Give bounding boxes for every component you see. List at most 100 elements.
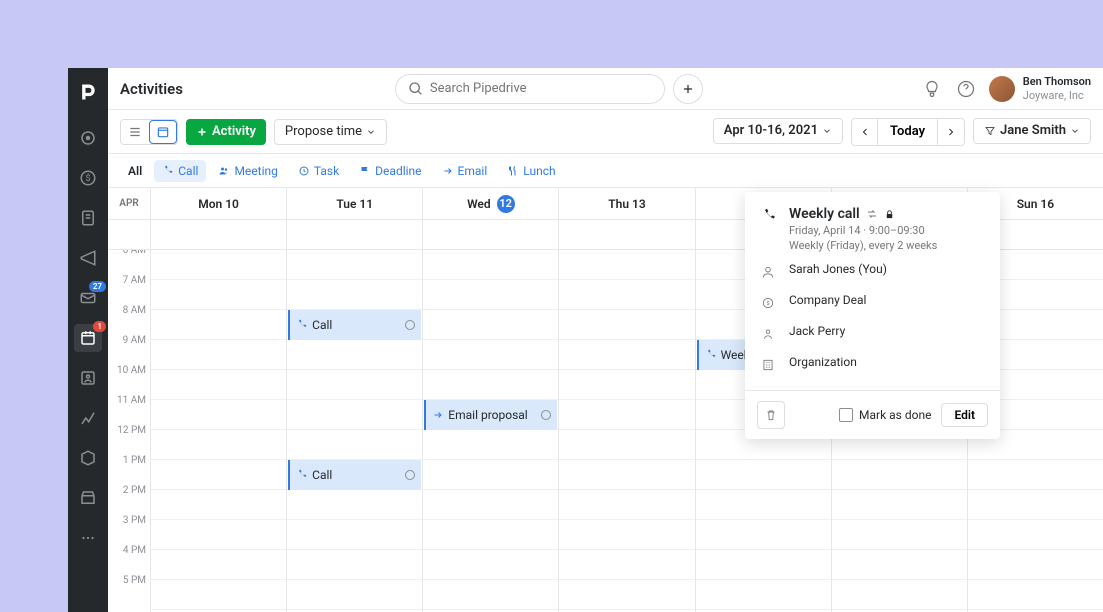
day-thu[interactable]: Thu 13 <box>558 188 694 219</box>
col-thu[interactable] <box>558 250 694 612</box>
today-button[interactable]: Today <box>878 119 938 145</box>
activity-label: Activity <box>212 124 256 139</box>
col-mon[interactable] <box>150 250 286 612</box>
edit-button[interactable]: Edit <box>941 403 988 427</box>
status-circle <box>541 410 551 420</box>
activity-type-filters: All Call Meeting Task Deadline Email Lun… <box>108 154 1103 188</box>
list-view-button[interactable] <box>121 120 149 144</box>
help-icon[interactable] <box>953 76 979 102</box>
filter-lunch[interactable]: Lunch <box>499 160 563 182</box>
repeat-icon <box>866 208 878 220</box>
filter-email[interactable]: Email <box>434 160 496 182</box>
assistant-icon[interactable] <box>919 76 945 102</box>
popover-owner[interactable]: Sarah Jones (You) <box>789 262 887 276</box>
sidebar-campaigns-icon[interactable] <box>74 244 102 272</box>
popover-datetime: Friday, April 14 · 9:00–09:30 <box>789 224 937 237</box>
event-call-tue-8am[interactable]: Call <box>288 310 421 340</box>
phone-icon <box>296 469 308 481</box>
filter-call[interactable]: Call <box>154 160 206 182</box>
mail-badge: 27 <box>89 281 106 292</box>
user-info[interactable]: Ben Thomson Joyware, Inc <box>1023 75 1091 101</box>
day-tue[interactable]: Tue 11 <box>286 188 422 219</box>
sidebar-activities-icon[interactable]: 1 <box>74 324 102 352</box>
event-email-proposal[interactable]: Email proposal <box>424 400 557 430</box>
phone-icon <box>761 208 777 228</box>
date-nav-group: Today <box>851 118 965 146</box>
status-circle <box>405 320 415 330</box>
activities-badge: 1 <box>93 321 106 332</box>
sidebar-contacts-icon[interactable] <box>74 364 102 392</box>
sidebar-deals-icon[interactable]: $ <box>74 164 102 192</box>
topbar: Activities Ben Thomson Joyware, Inc <box>108 68 1103 110</box>
search-icon <box>408 81 424 97</box>
next-week-button[interactable] <box>938 119 964 145</box>
chevron-down-icon <box>366 127 376 137</box>
day-mon[interactable]: Mon 10 <box>150 188 286 219</box>
mark-as-done-checkbox[interactable]: Mark as done <box>839 408 931 422</box>
popover-person[interactable]: Jack Perry <box>789 324 845 338</box>
phone-icon <box>296 319 308 331</box>
date-range-button[interactable]: Apr 10-16, 2021 <box>713 118 843 144</box>
user-org: Joyware, Inc <box>1023 89 1091 102</box>
plus-icon <box>681 82 695 96</box>
sidebar-more-icon[interactable] <box>74 524 102 552</box>
svg-text:$: $ <box>85 173 90 184</box>
user-filter-button[interactable]: Jane Smith <box>973 118 1091 144</box>
sidebar-products-icon[interactable] <box>74 444 102 472</box>
day-wed[interactable]: Wed12 <box>422 188 558 219</box>
filter-task[interactable]: Task <box>290 160 347 182</box>
utensils-icon <box>507 165 519 177</box>
col-wed[interactable]: Email proposal <box>422 250 558 612</box>
add-button[interactable] <box>673 74 703 104</box>
flag-icon <box>359 165 371 177</box>
chevron-down-icon <box>1070 126 1080 136</box>
deal-icon: $ <box>761 295 777 314</box>
sidebar-insights-icon[interactable] <box>74 404 102 432</box>
phone-icon <box>705 349 717 361</box>
arrow-icon <box>442 165 454 177</box>
filter-meeting[interactable]: Meeting <box>210 160 285 182</box>
sidebar-projects-icon[interactable] <box>74 204 102 232</box>
arrow-icon <box>432 409 444 421</box>
filter-deadline[interactable]: Deadline <box>351 160 429 182</box>
filter-all[interactable]: All <box>120 160 150 182</box>
user-avatar[interactable] <box>989 76 1015 102</box>
month-label: APR <box>108 188 150 219</box>
checkbox-icon <box>839 408 853 422</box>
view-toggle <box>120 119 178 145</box>
org-icon <box>761 357 777 376</box>
delete-button[interactable] <box>757 401 785 429</box>
col-tue[interactable]: Call Call <box>286 250 422 612</box>
add-activity-button[interactable]: Activity <box>186 119 266 145</box>
date-range-label: Apr 10-16, 2021 <box>724 123 818 138</box>
sidebar-marketplace-icon[interactable] <box>74 484 102 512</box>
user-name: Ben Thomson <box>1023 75 1091 88</box>
chevron-down-icon <box>822 126 832 136</box>
popover-recurrence: Weekly (Friday), every 2 weeks <box>789 239 937 252</box>
search-input-wrap[interactable] <box>395 74 665 104</box>
calendar-view-button[interactable] <box>149 120 177 144</box>
toolbar: Activity Propose time Apr 10-16, 2021 To… <box>108 110 1103 154</box>
sidebar-focus-icon[interactable] <box>74 124 102 152</box>
popover-deal[interactable]: Company Deal <box>789 293 866 307</box>
user-icon <box>761 264 777 283</box>
sidebar-mail-icon[interactable]: 27 <box>74 284 102 312</box>
people-icon <box>218 165 230 177</box>
popover-title: Weekly call <box>789 206 937 222</box>
phone-icon <box>162 165 174 177</box>
event-call-tue-1pm[interactable]: Call <box>288 460 421 490</box>
person-icon <box>761 326 777 345</box>
prev-week-button[interactable] <box>852 119 878 145</box>
left-sidebar: $ 27 1 <box>68 68 108 612</box>
propose-time-button[interactable]: Propose time <box>274 119 387 145</box>
page-title: Activities <box>120 80 183 98</box>
user-filter-label: Jane Smith <box>1000 123 1066 138</box>
popover-org[interactable]: Organization <box>789 355 857 369</box>
svg-text:$: $ <box>766 300 769 307</box>
clock-icon <box>298 165 310 177</box>
search-input[interactable] <box>430 81 652 96</box>
logo-icon <box>74 78 102 106</box>
lock-icon <box>884 209 895 220</box>
propose-label: Propose time <box>285 124 362 139</box>
plus-icon <box>196 126 208 138</box>
